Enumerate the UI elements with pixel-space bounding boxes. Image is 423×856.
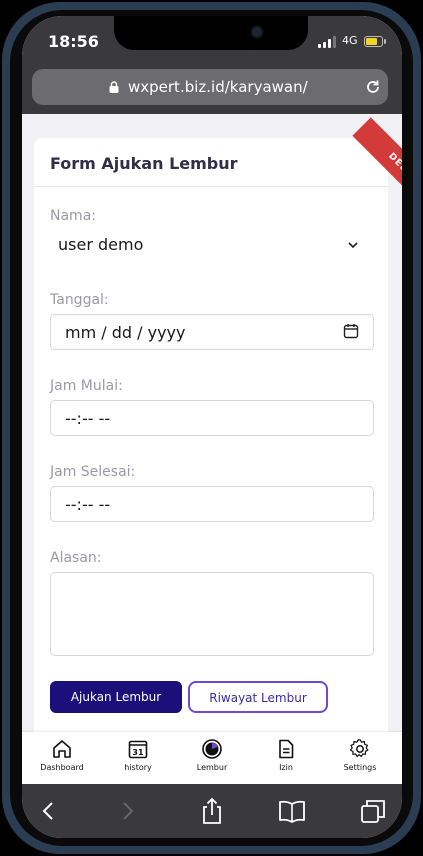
status-bar: 18:56 4G bbox=[22, 16, 402, 64]
alasan-label: Alasan: bbox=[50, 550, 102, 566]
home-icon bbox=[53, 740, 71, 758]
jam-mulai-label: Jam Mulai: bbox=[50, 378, 123, 394]
riwayat-lembur-button[interactable]: Riwayat Lembur bbox=[188, 681, 328, 713]
camera-icon bbox=[250, 25, 264, 39]
jam-mulai-input[interactable]: --:-- -- bbox=[50, 400, 374, 436]
tab-label: Lembur bbox=[196, 763, 228, 772]
tab-label: history bbox=[124, 763, 152, 772]
tab-label: Izin bbox=[279, 763, 293, 772]
tab-settings[interactable]: Settings bbox=[325, 738, 395, 782]
tab-lembur[interactable]: Lembur bbox=[177, 738, 247, 782]
tab-izin[interactable]: Izin bbox=[251, 738, 321, 782]
gear-icon bbox=[349, 739, 369, 758]
reload-icon[interactable] bbox=[364, 78, 382, 96]
nama-label: Nama: bbox=[50, 208, 96, 224]
network-type: 4G bbox=[342, 34, 358, 47]
page-content: Form Ajukan Lembur Nama: user demo Tangg… bbox=[22, 114, 402, 732]
tanggal-input[interactable]: mm / dd / yyyy bbox=[50, 314, 374, 350]
jam-selesai-value: --:-- -- bbox=[65, 495, 111, 514]
tabs-icon[interactable] bbox=[358, 796, 388, 826]
tab-history[interactable]: 31 history bbox=[103, 738, 173, 782]
calendar-icon: 31 bbox=[128, 740, 148, 759]
notch bbox=[114, 16, 308, 50]
forward-icon[interactable] bbox=[112, 796, 142, 826]
tanggal-value: mm / dd / yyyy bbox=[65, 323, 186, 342]
title-divider bbox=[34, 186, 388, 187]
chevron-down-icon[interactable] bbox=[346, 238, 360, 252]
share-icon[interactable] bbox=[197, 796, 227, 826]
tanggal-label: Tanggal: bbox=[50, 292, 109, 308]
back-icon[interactable] bbox=[34, 796, 64, 826]
ajukan-lembur-button[interactable]: Ajukan Lembur bbox=[50, 681, 182, 713]
bottom-tab-bar: Dashboard 31 history Lembur Izin Setting… bbox=[22, 732, 402, 784]
bookmarks-icon[interactable] bbox=[277, 796, 307, 826]
alasan-textarea[interactable] bbox=[50, 572, 374, 656]
status-time: 18:56 bbox=[48, 32, 99, 51]
lock-icon bbox=[109, 81, 119, 93]
debug-ribbon: DEBUG bbox=[352, 117, 402, 221]
svg-text:31: 31 bbox=[132, 748, 144, 757]
url-text[interactable]: wxpert.biz.id/karyawan/ bbox=[128, 78, 308, 96]
jam-selesai-label: Jam Selesai: bbox=[50, 464, 136, 480]
battery-icon bbox=[364, 36, 386, 47]
document-icon bbox=[279, 739, 294, 759]
browser-toolbar: wxpert.biz.id/karyawan/ bbox=[22, 64, 402, 114]
address-bar[interactable]: wxpert.biz.id/karyawan/ bbox=[32, 69, 388, 105]
timer-icon bbox=[202, 739, 222, 759]
jam-mulai-value: --:-- -- bbox=[65, 409, 111, 428]
form-title: Form Ajukan Lembur bbox=[50, 154, 238, 173]
nama-select[interactable]: user demo bbox=[58, 235, 143, 254]
device-screen: 18:56 4G wxpert.biz.id/karyawan/ Form Aj… bbox=[22, 16, 402, 838]
lembur-form-card: Form Ajukan Lembur Nama: user demo Tangg… bbox=[34, 117, 402, 732]
tab-dashboard[interactable]: Dashboard bbox=[27, 738, 97, 782]
tab-label: Settings bbox=[343, 763, 377, 772]
safari-toolbar bbox=[22, 784, 402, 838]
jam-selesai-input[interactable]: --:-- -- bbox=[50, 486, 374, 522]
calendar-picker-icon[interactable] bbox=[343, 323, 359, 339]
signal-icon bbox=[318, 36, 338, 48]
tab-label: Dashboard bbox=[40, 763, 84, 772]
